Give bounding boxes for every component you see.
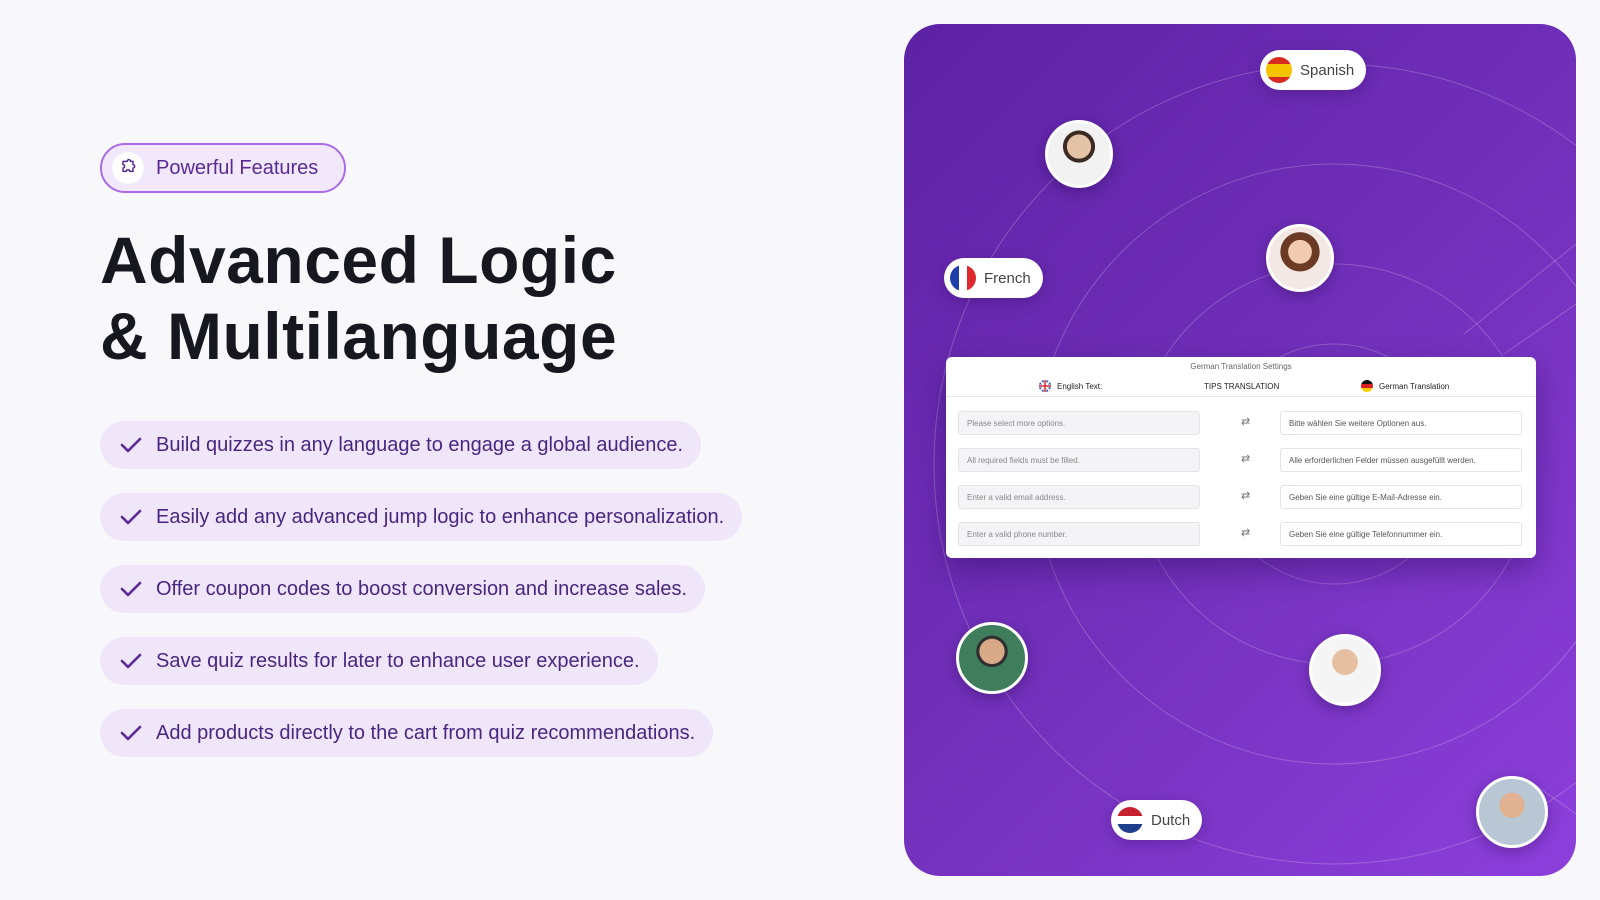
feature-text: Offer coupon codes to boost conversion a… (156, 577, 688, 600)
card-header: English Text: TIPS TRANSLATION German Tr… (946, 376, 1536, 397)
puzzle-icon (112, 152, 144, 184)
feature-text: Add products directly to the cart from q… (156, 721, 696, 744)
check-icon (118, 576, 144, 602)
uk-flag-icon (1039, 380, 1051, 392)
badge-label: Powerful Features (156, 156, 319, 179)
title-line-1: Advanced Logic (100, 223, 617, 297)
avatar (1045, 120, 1113, 188)
feature-text: Easily add any advanced jump logic to en… (156, 505, 725, 528)
card-title: German Translation Settings (1190, 362, 1292, 371)
swap-icon[interactable]: ⇄ (1241, 526, 1250, 539)
swap-icon[interactable]: ⇄ (1241, 415, 1250, 428)
spain-flag-icon (1266, 57, 1292, 83)
netherlands-flag-icon (1117, 807, 1143, 833)
source-text-field[interactable]: Please select more options. (958, 411, 1200, 435)
translation-row: Please select more options. ⇄ Bitte wähl… (958, 411, 1524, 435)
feature-item: Save quiz results for later to enhance u… (100, 637, 658, 685)
germany-flag-icon (1361, 380, 1373, 392)
source-column-header: English Text: (1039, 380, 1102, 392)
avatar (956, 622, 1028, 694)
avatar (1476, 776, 1548, 848)
avatar (1266, 224, 1334, 292)
features-badge: Powerful Features (100, 143, 346, 193)
source-text-field[interactable]: All required fields must be filled. (958, 448, 1200, 472)
check-icon (118, 432, 144, 458)
avatar (1309, 634, 1381, 706)
translation-row: Enter a valid email address. ⇄ Geben Sie… (958, 485, 1524, 509)
page-title: Advanced Logic & Multilanguage (100, 222, 617, 374)
translation-text-field[interactable]: Geben Sie eine gültige E-Mail-Adresse ei… (1280, 485, 1522, 509)
translation-row: Enter a valid phone number. ⇄ Geben Sie … (958, 522, 1524, 546)
feature-text: Build quizzes in any language to engage … (156, 433, 684, 456)
feature-item: Offer coupon codes to boost conversion a… (100, 565, 706, 613)
source-text-field[interactable]: Enter a valid email address. (958, 485, 1200, 509)
source-text-field[interactable]: Enter a valid phone number. (958, 522, 1200, 546)
language-pill-french: French (944, 258, 1043, 298)
translation-settings-card: German Translation Settings English Text… (946, 357, 1536, 558)
check-icon (118, 648, 144, 674)
tips-column-header: TIPS TRANSLATION (1204, 381, 1280, 391)
translation-row: All required fields must be filled. ⇄ Al… (958, 448, 1524, 472)
feature-list: Build quizzes in any language to engage … (100, 421, 743, 781)
translation-text-field[interactable]: Geben Sie eine gültige Telefonnummer ein… (1280, 522, 1522, 546)
title-line-2: & Multilanguage (100, 299, 618, 373)
france-flag-icon (950, 265, 976, 291)
swap-icon[interactable]: ⇄ (1241, 452, 1250, 465)
language-pill-dutch: Dutch (1111, 800, 1203, 840)
illustration-panel: Spanish French Dutch German Translation … (904, 24, 1576, 876)
language-pill-spanish: Spanish (1260, 50, 1367, 90)
check-icon (118, 504, 144, 530)
feature-item: Build quizzes in any language to engage … (100, 421, 702, 469)
target-column-header: German Translation (1361, 380, 1449, 392)
feature-item: Add products directly to the cart from q… (100, 709, 714, 757)
swap-icon[interactable]: ⇄ (1241, 489, 1250, 502)
feature-text: Save quiz results for later to enhance u… (156, 649, 640, 672)
translation-text-field[interactable]: Alle erforderlichen Felder müssen ausgef… (1280, 448, 1522, 472)
feature-item: Easily add any advanced jump logic to en… (100, 493, 743, 541)
translation-text-field[interactable]: Bitte wählen Sie weitere Optionen aus. (1280, 411, 1522, 435)
check-icon (118, 720, 144, 746)
